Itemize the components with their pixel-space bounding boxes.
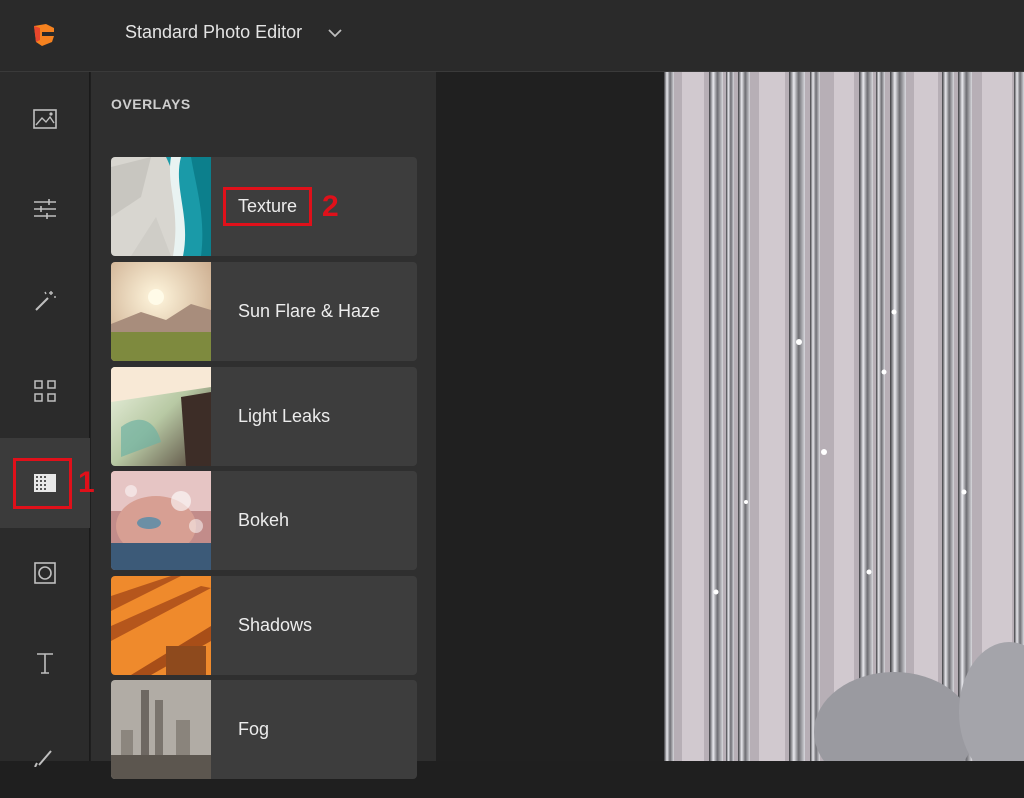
bokeh-thumbnail [111, 471, 211, 570]
annotation-number-1: 1 [78, 466, 95, 499]
overlay-item-shadows[interactable]: Shadows [111, 576, 417, 675]
adjust-sliders-icon [34, 199, 56, 219]
rail-item-image[interactable] [0, 74, 90, 164]
overlay-label: Bokeh [238, 510, 290, 530]
rail-item-draw[interactable] [0, 708, 90, 798]
fog-thumbnail [111, 680, 211, 779]
rail-item-text[interactable] [0, 618, 90, 708]
rail-item-layouts[interactable] [0, 346, 90, 436]
overlay-label: Fog [238, 719, 270, 739]
photo-image [664, 72, 1024, 761]
annotation-box-2 [223, 187, 312, 226]
text-icon [37, 653, 53, 674]
overlay-item-light-leaks[interactable]: Light Leaks [111, 367, 417, 466]
sun-flare-thumbnail [111, 262, 211, 361]
overlay-label: Sun Flare & Haze [238, 301, 381, 321]
overlay-item-fog[interactable]: Fog [111, 680, 417, 779]
shadows-thumbnail [111, 576, 211, 675]
rail-item-adjust[interactable] [0, 164, 90, 254]
canvas-background [436, 72, 664, 761]
chevron-down-icon[interactable] [327, 27, 343, 39]
overlay-item-sun-flare[interactable]: Sun Flare & Haze [111, 262, 417, 361]
annotation-number-2: 2 [322, 190, 339, 223]
photo-canvas[interactable] [664, 72, 1024, 761]
image-icon [33, 109, 57, 129]
grid-icon [34, 380, 56, 402]
magic-wand-icon [35, 291, 56, 311]
overlay-label: Shadows [238, 615, 313, 635]
texture-thumbnail [111, 157, 211, 256]
tool-rail [0, 72, 90, 767]
app-logo[interactable] [30, 20, 58, 48]
brush-icon [34, 750, 52, 767]
annotation-box-1 [13, 458, 72, 509]
light-leaks-thumbnail [111, 367, 211, 466]
frame-icon [34, 562, 56, 584]
app-title[interactable]: Standard Photo Editor [125, 22, 302, 43]
rail-item-effects[interactable] [0, 256, 90, 346]
overlay-label: Light Leaks [238, 406, 331, 426]
panel-title: OVERLAYS [111, 96, 191, 112]
rail-item-frames[interactable] [0, 528, 90, 618]
top-bar: Standard Photo Editor [0, 0, 1024, 72]
overlays-panel: OVERLAYS Texture Sun Flare & Haze Light … [91, 72, 436, 779]
overlay-item-bokeh[interactable]: Bokeh [111, 471, 417, 570]
